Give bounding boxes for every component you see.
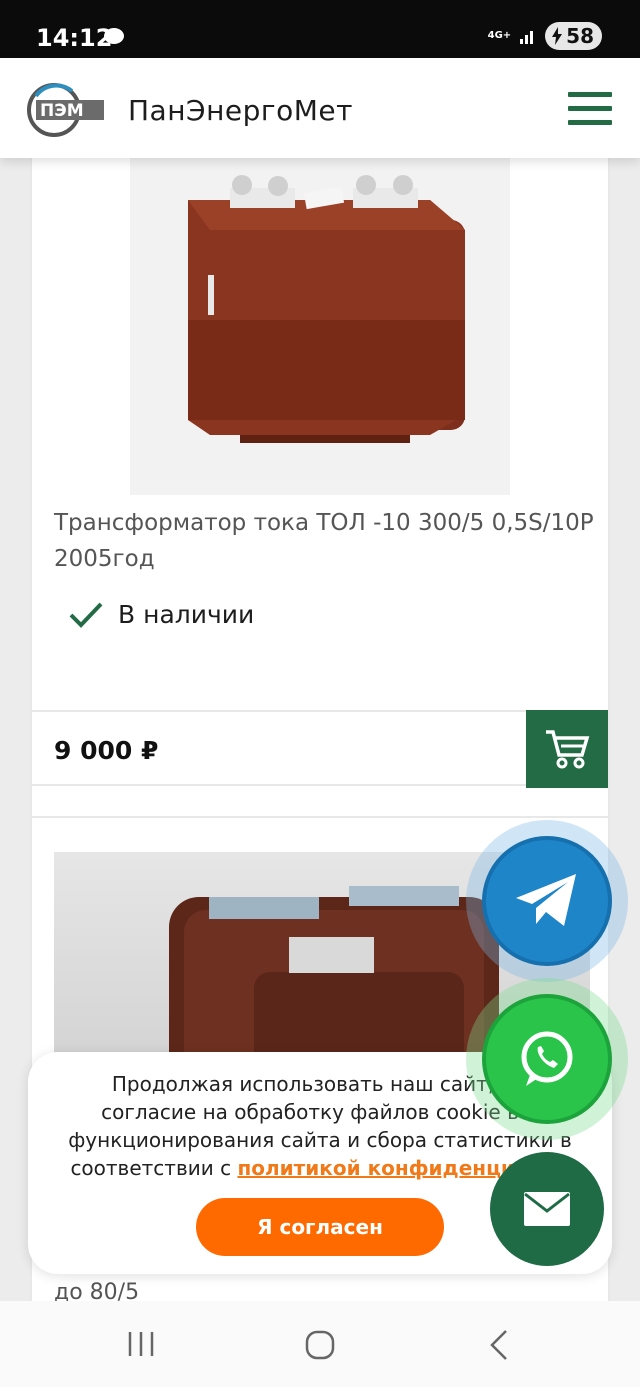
product-price: 9 000 ₽ [54, 736, 159, 765]
battery-level: 58 [566, 24, 594, 48]
network-type: 4G+ [487, 30, 512, 41]
telegram-button[interactable] [482, 836, 612, 966]
telegram-icon [516, 874, 576, 926]
transformer-image [188, 175, 465, 443]
logo-text: ПЭМ [40, 101, 84, 121]
add-to-cart-button[interactable] [526, 710, 608, 788]
mail-icon [524, 1192, 570, 1226]
back-icon[interactable] [488, 1329, 512, 1361]
company-logo[interactable]: ПЭМ [26, 82, 106, 138]
menu-button[interactable] [568, 92, 612, 126]
product-title[interactable]: Трансформатор тока ТОЛ -10 300/5 0,5S/10… [54, 505, 594, 577]
charging-icon [552, 27, 563, 45]
system-nav-bar [0, 1301, 640, 1387]
product-title[interactable]: до 80/5 [54, 1280, 139, 1301]
brand-name[interactable]: ПанЭнергоМет [128, 94, 353, 127]
signal-icon [520, 31, 534, 44]
price-row: 9 000 ₽ [30, 710, 608, 788]
product-image[interactable] [130, 158, 510, 495]
whatsapp-icon [521, 1031, 573, 1086]
status-time: 14:12 [36, 24, 113, 52]
status-indicators: 4G+ 58 [488, 22, 602, 50]
home-icon[interactable] [304, 1329, 336, 1361]
hamburger-icon [568, 92, 612, 97]
chat-notification-icon [104, 28, 124, 44]
check-icon [69, 602, 103, 628]
cookie-line-prefix: соответствии с [70, 1156, 238, 1180]
mail-button[interactable] [490, 1152, 604, 1266]
recent-apps-icon[interactable] [126, 1329, 156, 1359]
agree-button[interactable]: Я согласен [196, 1198, 444, 1256]
cart-icon [546, 730, 590, 769]
battery-indicator: 58 [545, 22, 602, 50]
status-bar: 14:12 4G+ 58 [0, 0, 640, 58]
stock-status: В наличии [68, 600, 254, 629]
stock-label: В наличии [118, 600, 255, 629]
whatsapp-button[interactable] [482, 994, 612, 1124]
site-header: ПЭМ ПанЭнергоМет [0, 58, 640, 158]
